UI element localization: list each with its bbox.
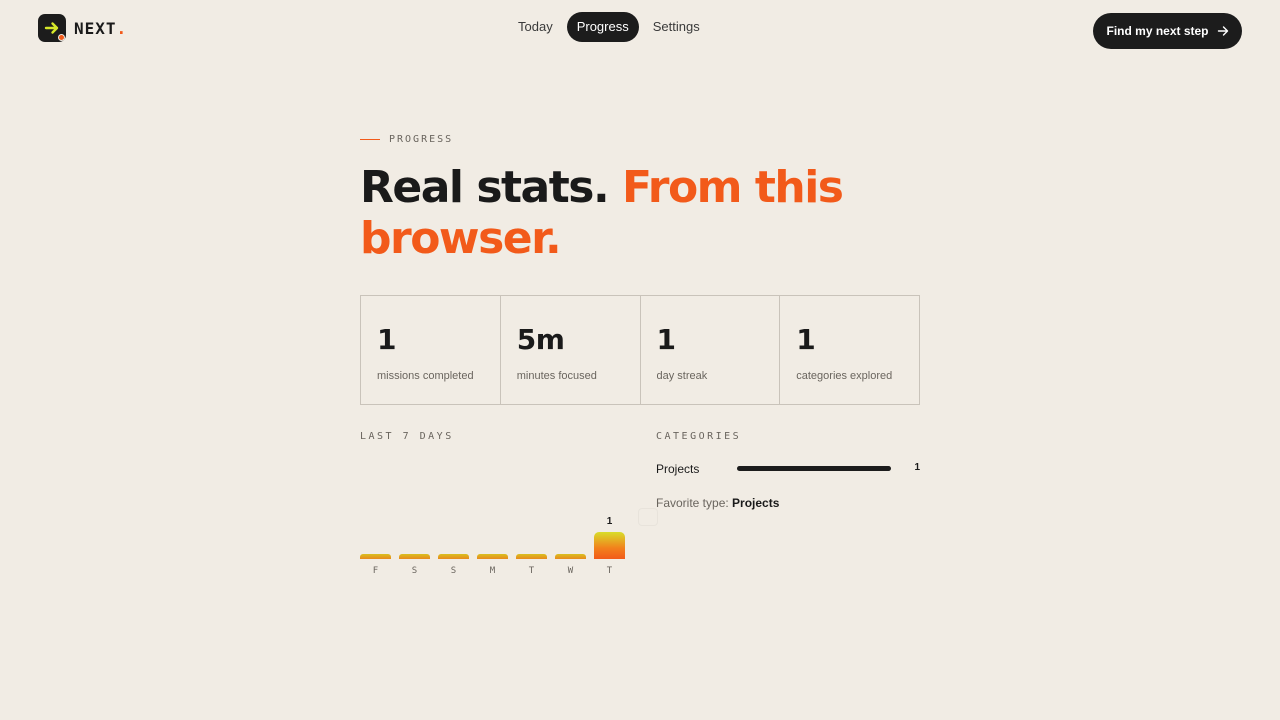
nav-item-today[interactable]: Today: [508, 12, 563, 42]
nav-item-settings[interactable]: Settings: [643, 12, 710, 42]
category-count: 1: [914, 462, 920, 473]
favorite-value: Projects: [732, 496, 780, 510]
bar-day-label: W: [567, 566, 574, 576]
arrow-right-icon: [1217, 26, 1228, 36]
stat-value: 5m: [516, 323, 565, 356]
stat-categories: 1 categories explored: [780, 296, 919, 404]
stat-missions: 1 missions completed: [361, 296, 501, 404]
main-nav: Today Progress Settings: [508, 12, 710, 42]
page-title: Real stats. From this browser.: [360, 162, 920, 264]
find-next-step-button[interactable]: Find my next step: [1093, 13, 1242, 49]
bar-day-label: S: [411, 566, 418, 576]
eyebrow-divider: [360, 139, 380, 140]
bar-4: [516, 554, 547, 559]
bar-5: [555, 554, 586, 559]
category-bar-fill: [737, 466, 891, 471]
bar-day-label: S: [450, 566, 457, 576]
section-eyebrow: PROGRESS: [360, 134, 453, 145]
stat-value: 1: [796, 323, 816, 356]
eyebrow-label: PROGRESS: [389, 134, 454, 145]
bar-0: [360, 554, 391, 559]
last-7-days-label: LAST 7 DAYS: [360, 431, 454, 442]
stat-value: 1: [377, 323, 396, 356]
nav-item-progress[interactable]: Progress: [566, 12, 639, 42]
cta-label: Find my next step: [1106, 24, 1209, 38]
category-name: Projects: [656, 462, 700, 476]
category-row-projects: Projects 1: [656, 460, 920, 478]
favorite-type: Favorite type: Projects: [656, 496, 779, 510]
stat-streak: 1 day streak: [641, 296, 781, 404]
bar-day-label: F: [372, 566, 379, 576]
bar-value-label: 1: [606, 516, 613, 527]
bar-2: [438, 554, 469, 559]
stat-label: missions completed: [377, 370, 474, 382]
last-7-days-chart: F S S M T W 1 T: [360, 500, 630, 585]
stat-value: 1: [656, 323, 676, 356]
bar-3: [477, 554, 508, 559]
bar-6: [594, 532, 625, 559]
logo-dot-icon: [58, 34, 65, 41]
bar-1: [399, 554, 430, 559]
stat-label: categories explored: [796, 370, 893, 382]
brand-name: NEXT.: [74, 18, 128, 38]
bar-day-label: T: [606, 566, 613, 576]
categories-label: CATEGORIES: [656, 431, 742, 442]
stat-label: day streak: [656, 370, 708, 382]
logo-arrow-icon: [38, 14, 66, 42]
faint-placeholder-box: [638, 508, 658, 526]
stats-grid: 1 missions completed 5m minutes focused …: [360, 295, 920, 405]
bar-day-label: T: [528, 566, 535, 576]
category-bar-track: [737, 466, 891, 471]
title-dark: Real stats.: [360, 162, 610, 213]
stat-minutes: 5m minutes focused: [501, 296, 641, 404]
bar-day-label: M: [489, 566, 496, 576]
brand-logo[interactable]: NEXT.: [38, 14, 127, 42]
stat-label: minutes focused: [516, 370, 597, 382]
favorite-label: Favorite type:: [656, 496, 729, 510]
